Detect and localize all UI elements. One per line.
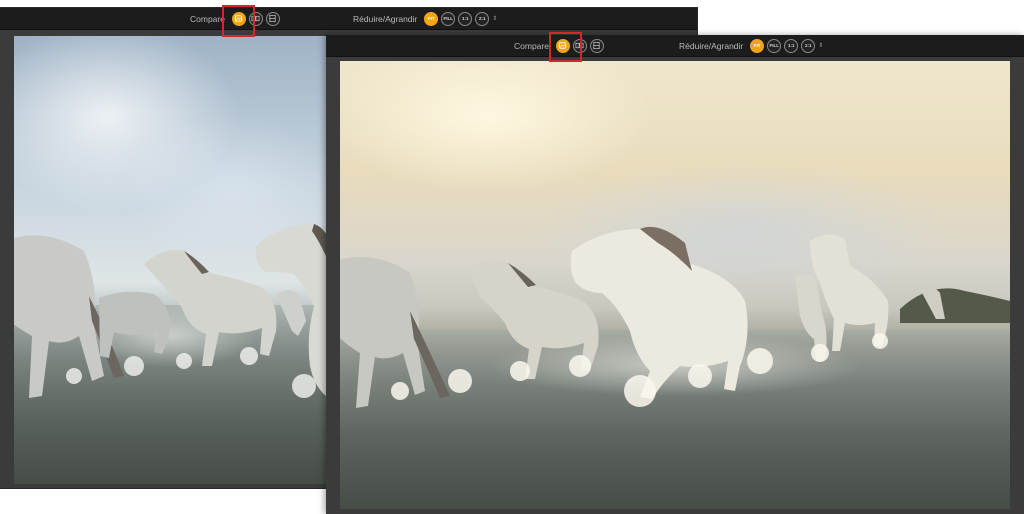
compare-group: Compare <box>190 8 280 29</box>
side-by-side-icon <box>576 42 584 49</box>
split-view-button[interactable] <box>265 11 280 26</box>
zoom-2-1-button[interactable]: 2:1 <box>475 11 490 26</box>
side-by-side-button[interactable] <box>572 38 587 53</box>
zoom-fit-button[interactable]: FIT <box>750 38 765 53</box>
zoom-fit-button[interactable]: FIT <box>424 11 439 26</box>
zoom-stepper-icon[interactable]: ⇕ <box>818 43 823 49</box>
split-view-icon <box>593 41 601 50</box>
zoom-2-1-button[interactable]: 2:1 <box>801 38 816 53</box>
single-view-button[interactable] <box>231 11 246 26</box>
side-by-side-button[interactable] <box>248 11 263 26</box>
split-view-button[interactable] <box>589 38 604 53</box>
zoom-1-1-button[interactable]: 1:1 <box>458 11 473 26</box>
compare-group: Compare <box>514 35 604 56</box>
side-by-side-icon <box>252 15 260 22</box>
after-window: Compare Réduire/Agrandir FIT FILL 1:1 2:… <box>326 35 1024 514</box>
zoom-fill-button[interactable]: FILL <box>441 11 456 26</box>
zoom-stepper-icon[interactable]: ⇕ <box>492 16 497 22</box>
zoom-group: Réduire/Agrandir FIT FILL 1:1 2:1 ⇕ <box>679 35 823 56</box>
before-image <box>14 36 326 484</box>
zoom-group: Réduire/Agrandir FIT FILL 1:1 2:1 ⇕ <box>353 8 497 29</box>
toolbar: Compare Réduire/Agrandir FIT FILL 1:1 2:… <box>326 35 1024 57</box>
zoom-1-1-button[interactable]: 1:1 <box>784 38 799 53</box>
horses-image <box>340 226 1010 408</box>
single-view-icon <box>235 15 243 22</box>
compare-label: Compare <box>190 13 225 24</box>
after-image <box>340 61 1010 509</box>
compare-label: Compare <box>514 40 549 51</box>
horses-image <box>14 224 326 398</box>
zoom-label: Réduire/Agrandir <box>679 40 744 51</box>
split-view-icon <box>269 14 277 23</box>
single-view-button[interactable] <box>555 38 570 53</box>
zoom-label: Réduire/Agrandir <box>353 13 418 24</box>
toolbar: Compare Réduire/Agrandir FIT FILL 1:1 2:… <box>0 8 697 30</box>
single-view-icon <box>559 42 567 49</box>
zoom-fill-button[interactable]: FILL <box>767 38 782 53</box>
